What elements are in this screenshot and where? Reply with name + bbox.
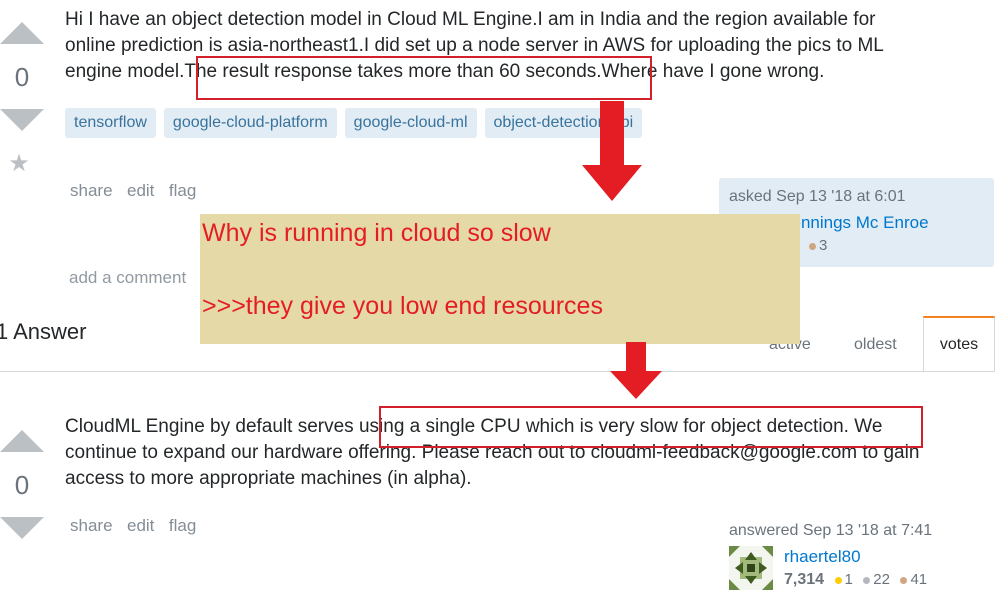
tag-tensorflow[interactable]: tensorflow <box>65 108 156 138</box>
red-arrow-icon-bottom <box>610 342 662 399</box>
bronze-dot-icon <box>900 576 908 584</box>
downvote-arrow-icon[interactable] <box>0 517 44 539</box>
gold-badge-count: 1 <box>834 571 853 588</box>
answer-vote-cell: 0 <box>0 430 44 539</box>
tab-votes[interactable]: votes <box>923 316 995 372</box>
answer-vote-count: 0 <box>14 470 30 500</box>
answers-count-heading: 1 Answer <box>0 319 87 344</box>
user-stats: 7,314 1 22 41 <box>784 571 927 589</box>
share-link[interactable]: share <box>70 181 113 200</box>
edit-link[interactable]: edit <box>127 516 154 535</box>
downvote-arrow-icon[interactable] <box>0 109 44 131</box>
share-link[interactable]: share <box>70 516 113 535</box>
red-arrow-icon-top <box>582 101 642 201</box>
edit-link[interactable]: edit <box>127 181 154 200</box>
question-user-name[interactable]: Jennings Mc Enroe <box>783 213 929 233</box>
tag-list: tensorflow google-cloud-platform google-cl… <box>65 108 650 138</box>
annotation-line-question: Why is running in cloud so slow <box>202 219 551 247</box>
annotation-note: Why is running in cloud so slow >>>they … <box>200 214 800 344</box>
silver-dot-icon <box>863 576 871 584</box>
question-line: Hi I have an object detection model in C… <box>65 9 876 30</box>
bronze-badge-count: 3 <box>809 237 827 254</box>
flag-link[interactable]: flag <box>169 181 196 200</box>
question-post-menu: share edit flag <box>70 181 206 201</box>
answer-line: access to more appropriate machines (in … <box>65 468 472 489</box>
highlight-box-answer <box>379 406 923 448</box>
avatar[interactable] <box>729 546 773 590</box>
tag-google-cloud-ml[interactable]: google-cloud-ml <box>344 108 477 138</box>
tabs-divider <box>0 371 995 372</box>
asked-timestamp: asked Sep 13 '18 at 6:01 <box>729 188 906 205</box>
answer-user-name[interactable]: rhaertel80 <box>784 547 861 567</box>
question-vote-count: 0 <box>14 62 30 92</box>
add-comment-link[interactable]: add a comment <box>69 268 186 288</box>
answered-timestamp: answered Sep 13 '18 at 7:41 <box>729 522 933 539</box>
upvote-arrow-icon[interactable] <box>0 22 44 44</box>
tag-google-cloud-platform[interactable]: google-cloud-platform <box>163 108 337 138</box>
bronze-dot-icon <box>809 242 816 250</box>
bronze-badge-count: 41 <box>900 571 927 588</box>
tab-oldest[interactable]: oldest <box>854 336 897 354</box>
flag-link[interactable]: flag <box>169 516 196 535</box>
gold-dot-icon <box>834 576 842 584</box>
favorite-star-icon[interactable]: ★ <box>0 149 38 178</box>
annotation-line-answer: >>>they give you low end resources <box>202 292 603 320</box>
highlight-box-question <box>196 56 652 100</box>
reputation-score: 7,314 <box>784 571 825 588</box>
identicon-icon <box>729 546 773 590</box>
question-vote-cell: 0 ★ <box>0 22 44 178</box>
silver-badge-count: 22 <box>863 571 890 588</box>
upvote-arrow-icon[interactable] <box>0 430 44 452</box>
answer-post-menu: share edit flag <box>70 516 206 536</box>
answer-user-card: answered Sep 13 '18 at 7:41 rhaertel80 7… <box>729 522 995 602</box>
